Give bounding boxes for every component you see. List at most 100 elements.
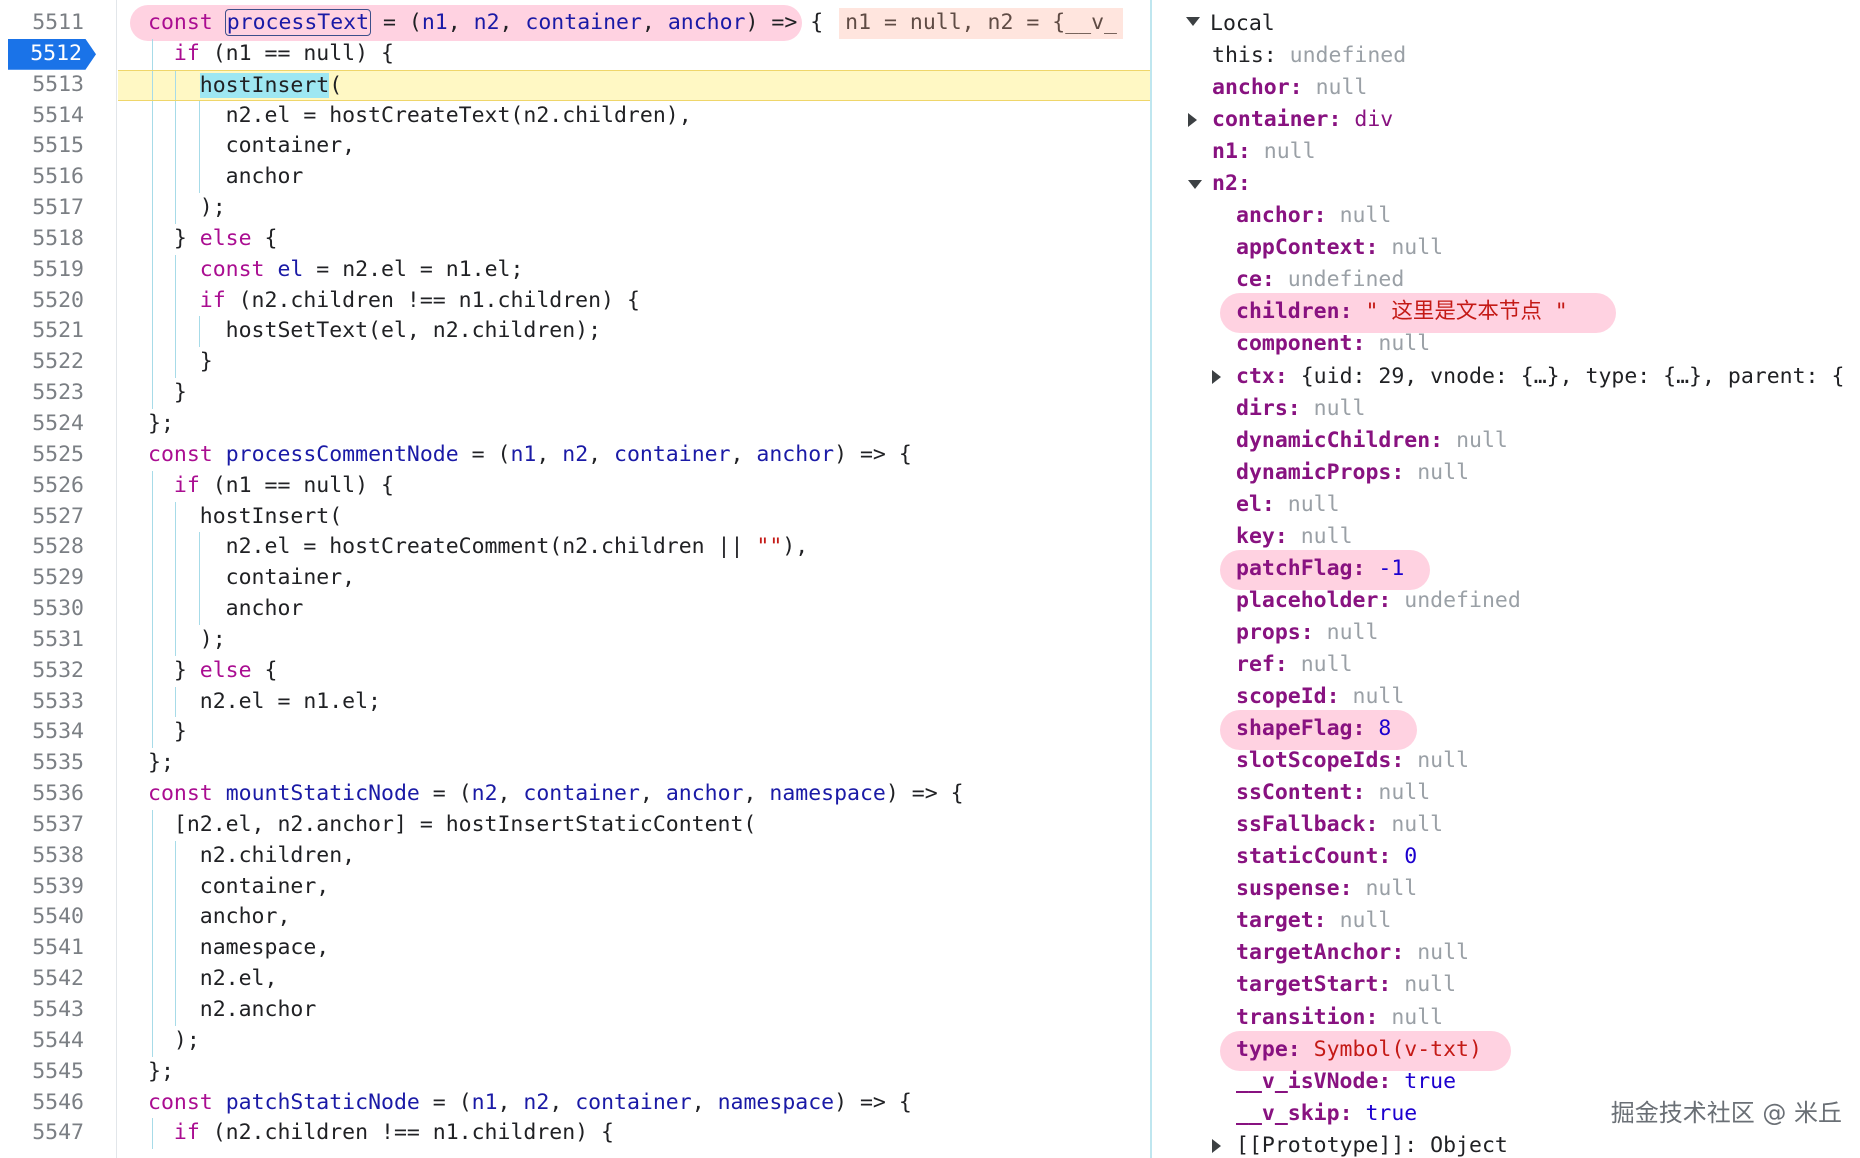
line-number[interactable]: 5511 xyxy=(0,8,116,39)
code-line[interactable]: if (n1 == null) { xyxy=(118,38,1150,70)
code-line[interactable]: } xyxy=(118,717,1150,749)
scope-variable-row[interactable]: ref: null xyxy=(1236,649,1353,681)
line-number[interactable]: 5544 xyxy=(0,1026,116,1057)
scope-variable-row[interactable]: container: div xyxy=(1212,104,1393,136)
code-lines[interactable]: const processText = (n1, n2, container, … xyxy=(118,5,1150,1150)
collapse-arrow-icon[interactable] xyxy=(1186,17,1200,26)
scope-section-local[interactable]: Local xyxy=(1210,8,1275,40)
line-number[interactable]: 5525 xyxy=(0,440,116,471)
scope-variable-row[interactable]: props: null xyxy=(1236,617,1378,649)
line-number[interactable]: 5541 xyxy=(0,933,116,964)
code-line[interactable]: ); xyxy=(118,1025,1150,1057)
scope-variable-row[interactable]: n1: null xyxy=(1212,136,1316,168)
scope-variable-row[interactable]: el: null xyxy=(1236,489,1340,521)
line-number[interactable]: 5522 xyxy=(0,347,116,378)
code-line[interactable]: const processCommentNode = (n1, n2, cont… xyxy=(118,440,1150,471)
code-line[interactable]: n2.el = hostCreateComment(n2.children ||… xyxy=(118,532,1150,564)
scope-variable-row[interactable]: transition: null xyxy=(1236,1002,1443,1034)
line-number[interactable]: 5543 xyxy=(0,995,116,1026)
code-line[interactable]: n2.children, xyxy=(118,840,1150,872)
line-number[interactable]: 5523 xyxy=(0,378,116,409)
line-number[interactable]: 5527 xyxy=(0,502,116,533)
code-line[interactable]: namespace, xyxy=(118,933,1150,965)
scope-variable-row[interactable]: key: null xyxy=(1236,521,1353,553)
scope-variable-row[interactable]: ssFallback: null xyxy=(1236,809,1443,841)
scope-pane[interactable]: Local this: undefined anchor: null contain… xyxy=(1152,0,1860,1158)
expand-arrow-icon[interactable] xyxy=(1212,1138,1221,1153)
line-number[interactable]: 5531 xyxy=(0,625,116,656)
line-number[interactable]: 5546 xyxy=(0,1088,116,1119)
line-number[interactable]: 5545 xyxy=(0,1057,116,1088)
collapse-arrow-icon[interactable] xyxy=(1188,180,1202,190)
scope-variable-row[interactable]: __v_isVNode: true xyxy=(1236,1066,1456,1098)
expand-arrow-icon[interactable] xyxy=(1188,113,1197,128)
scope-variable-row[interactable]: anchor: null xyxy=(1236,200,1391,232)
code-line[interactable]: ); xyxy=(118,193,1150,224)
code-line[interactable]: [n2.el, n2.anchor] = hostInsertStaticCon… xyxy=(118,809,1150,841)
paused-code-line[interactable]: hostInsert( xyxy=(118,69,1150,101)
code-line[interactable]: n2.el = n1.el; xyxy=(118,686,1150,718)
line-number[interactable]: 5542 xyxy=(0,964,116,995)
scope-variable-row[interactable]: targetAnchor: null xyxy=(1236,937,1469,969)
line-number-gutter[interactable]: 5511 5512 5513 5514 5515 5516 5517 5518 5519 5520… xyxy=(0,0,117,1158)
line-number[interactable]: 5538 xyxy=(0,841,116,872)
scope-variable-row[interactable]: scopeId: null xyxy=(1236,681,1404,713)
scope-variable-row[interactable]: placeholder: undefined xyxy=(1236,585,1521,617)
line-number[interactable]: 5521 xyxy=(0,316,116,347)
scope-variable-row[interactable]: dynamicChildren: null xyxy=(1236,425,1508,457)
line-number[interactable]: 5529 xyxy=(0,563,116,594)
scope-variable-row[interactable]: n2: xyxy=(1212,168,1264,200)
line-number[interactable]: 5534 xyxy=(0,717,116,748)
line-number[interactable]: 5518 xyxy=(0,224,116,255)
line-number[interactable]: 5520 xyxy=(0,286,116,317)
line-number[interactable]: 5516 xyxy=(0,162,116,193)
code-line[interactable]: n2.el, xyxy=(118,964,1150,995)
scope-variable-row[interactable]: children: " 这里是文本节点 " xyxy=(1236,296,1568,328)
scope-variable-row[interactable]: anchor: null xyxy=(1212,72,1367,104)
line-number[interactable]: 5547 xyxy=(0,1118,116,1149)
code-editor-pane[interactable]: 5511 5512 5513 5514 5515 5516 5517 5518 5519 5520… xyxy=(0,0,1152,1158)
code-line[interactable]: } xyxy=(118,378,1150,409)
code-line[interactable]: hostInsert( xyxy=(118,501,1150,533)
code-line[interactable]: const mountStaticNode = (n2, container, … xyxy=(118,779,1150,810)
scope-variable-row[interactable]: ctx: {uid: 29, vnode: {…}, type: {…}, pa… xyxy=(1236,361,1844,393)
line-number[interactable]: 5536 xyxy=(0,779,116,810)
line-number[interactable]: 5517 xyxy=(0,193,116,224)
scope-variable-row[interactable]: ce: undefined xyxy=(1236,264,1404,296)
code-line[interactable]: hostSetText(el, n2.children); xyxy=(118,316,1150,348)
line-number[interactable]: 5533 xyxy=(0,687,116,718)
line-number[interactable]: 5526 xyxy=(0,471,116,502)
scope-variable-row[interactable]: targetStart: null xyxy=(1236,969,1456,1001)
code-line[interactable]: if (n2.children !== n1.children) { xyxy=(118,1118,1150,1150)
code-line[interactable]: container, xyxy=(118,871,1150,903)
code-line[interactable]: n2.anchor xyxy=(118,995,1150,1026)
scope-variable-row[interactable]: patchFlag: -1 xyxy=(1236,553,1404,585)
line-number[interactable]: 5524 xyxy=(0,409,116,440)
scope-variable-row[interactable]: ssContent: null xyxy=(1236,777,1430,809)
code-line[interactable]: ); xyxy=(118,624,1150,656)
code-line[interactable]: n2.el = hostCreateText(n2.children), xyxy=(118,100,1150,132)
line-number[interactable]: 5532 xyxy=(0,656,116,687)
scope-variable-row[interactable]: this: undefined xyxy=(1212,40,1406,72)
scope-variable-row[interactable]: appContext: null xyxy=(1236,232,1443,264)
code-line[interactable]: anchor xyxy=(118,594,1150,625)
code-line[interactable]: } else { xyxy=(118,223,1150,255)
line-number[interactable]: 5514 xyxy=(0,101,116,132)
code-line[interactable]: if (n2.children !== n1.children) { xyxy=(118,285,1150,317)
scope-variable-row[interactable]: component: null xyxy=(1236,328,1430,360)
scope-variable-row[interactable]: __v_skip: true xyxy=(1236,1098,1417,1130)
line-number[interactable]: 5515 xyxy=(0,131,116,162)
line-number[interactable]: 5540 xyxy=(0,902,116,933)
line-number[interactable]: 5535 xyxy=(0,748,116,779)
code-line[interactable]: container, xyxy=(118,131,1150,163)
code-line[interactable]: } else { xyxy=(118,655,1150,687)
scope-variable-row[interactable]: dynamicProps: null xyxy=(1236,457,1469,489)
code-line[interactable]: const processText = (n1, n2, container, … xyxy=(118,8,1150,39)
code-line[interactable]: } xyxy=(118,347,1150,379)
scope-variable-row[interactable]: type: Symbol(v-txt) xyxy=(1236,1034,1482,1066)
code-line[interactable]: }; xyxy=(118,748,1150,779)
code-line[interactable]: const el = n2.el = n1.el; xyxy=(118,254,1150,286)
code-line[interactable]: anchor, xyxy=(118,902,1150,934)
scope-variable-row[interactable]: [[Prototype]]: Object xyxy=(1236,1130,1508,1158)
code-line[interactable]: container, xyxy=(118,563,1150,595)
